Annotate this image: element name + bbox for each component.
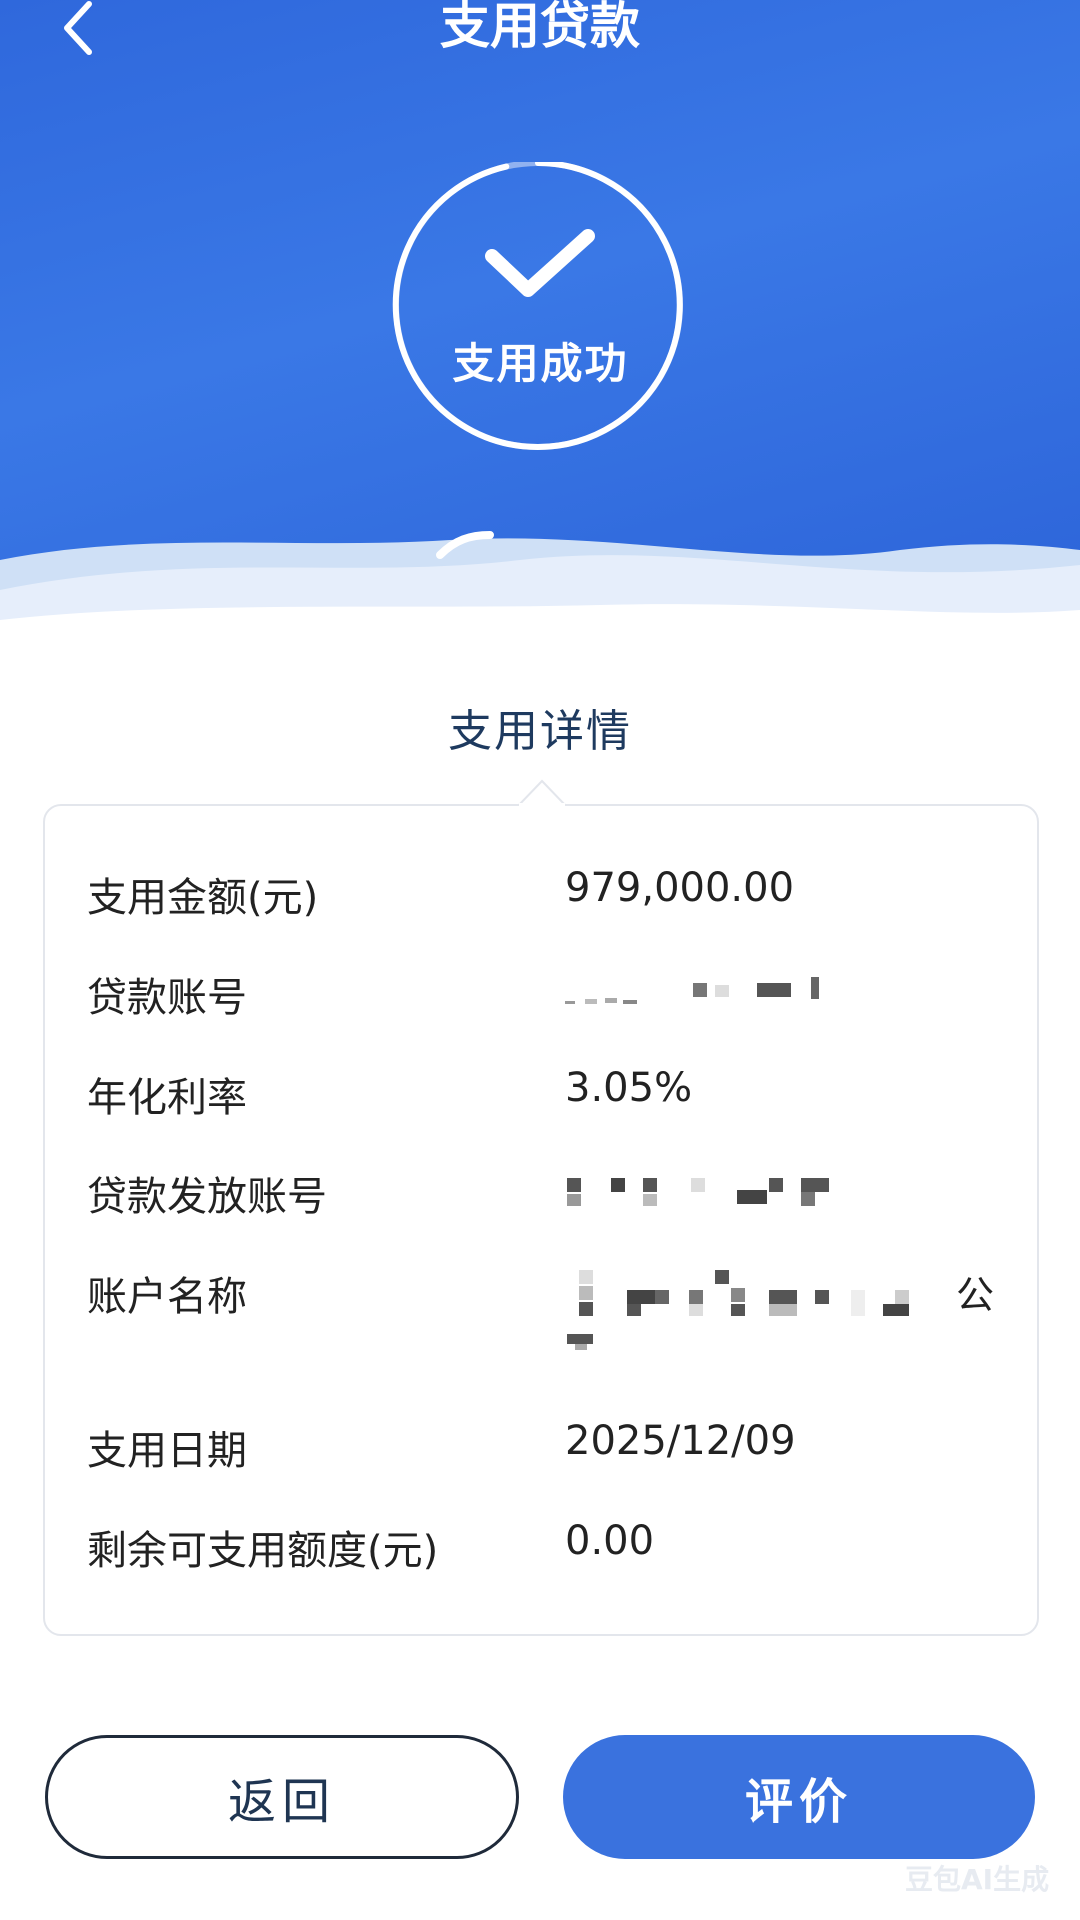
page-title: 支用贷款 [440,0,640,55]
checkmark-icon [485,229,595,297]
card-pointer [518,779,566,806]
date-value: 2025/12/09 [565,1418,796,1464]
wave-decoration [0,531,1080,670]
remaining-value: 0.00 [565,1518,655,1564]
account-name-label: 账户名称 [87,1274,247,1320]
disburse-account-value-masked [567,1178,829,1206]
rate-value: 3.05% [565,1065,693,1111]
watermark: 豆包AI生成 [905,1863,1050,1896]
loan-account-value-masked [565,977,819,1004]
remaining-label: 剩余可支用额度(元) [87,1528,439,1574]
loan-account-label: 贷款账号 [87,975,247,1021]
status-text: 支用成功 [452,339,629,388]
amount-label: 支用金额(元) [87,875,319,921]
back-button[interactable]: 返回 [45,1735,519,1859]
account-name-suffix: 公 [956,1273,995,1317]
disburse-account-label: 贷款发放账号 [87,1174,327,1220]
rate-label: 年化利率 [87,1075,247,1121]
account-name-value-masked [567,1270,909,1350]
section-title: 支用详情 [448,706,632,757]
date-label: 支用日期 [87,1428,247,1474]
screen: 支用贷款 支用成功 支用详情 支用金额(元) 979,000.00 贷款账号 年… [0,0,1080,1920]
rate-button[interactable]: 评价 [563,1735,1035,1859]
amount-value: 979,000.00 [565,865,795,911]
